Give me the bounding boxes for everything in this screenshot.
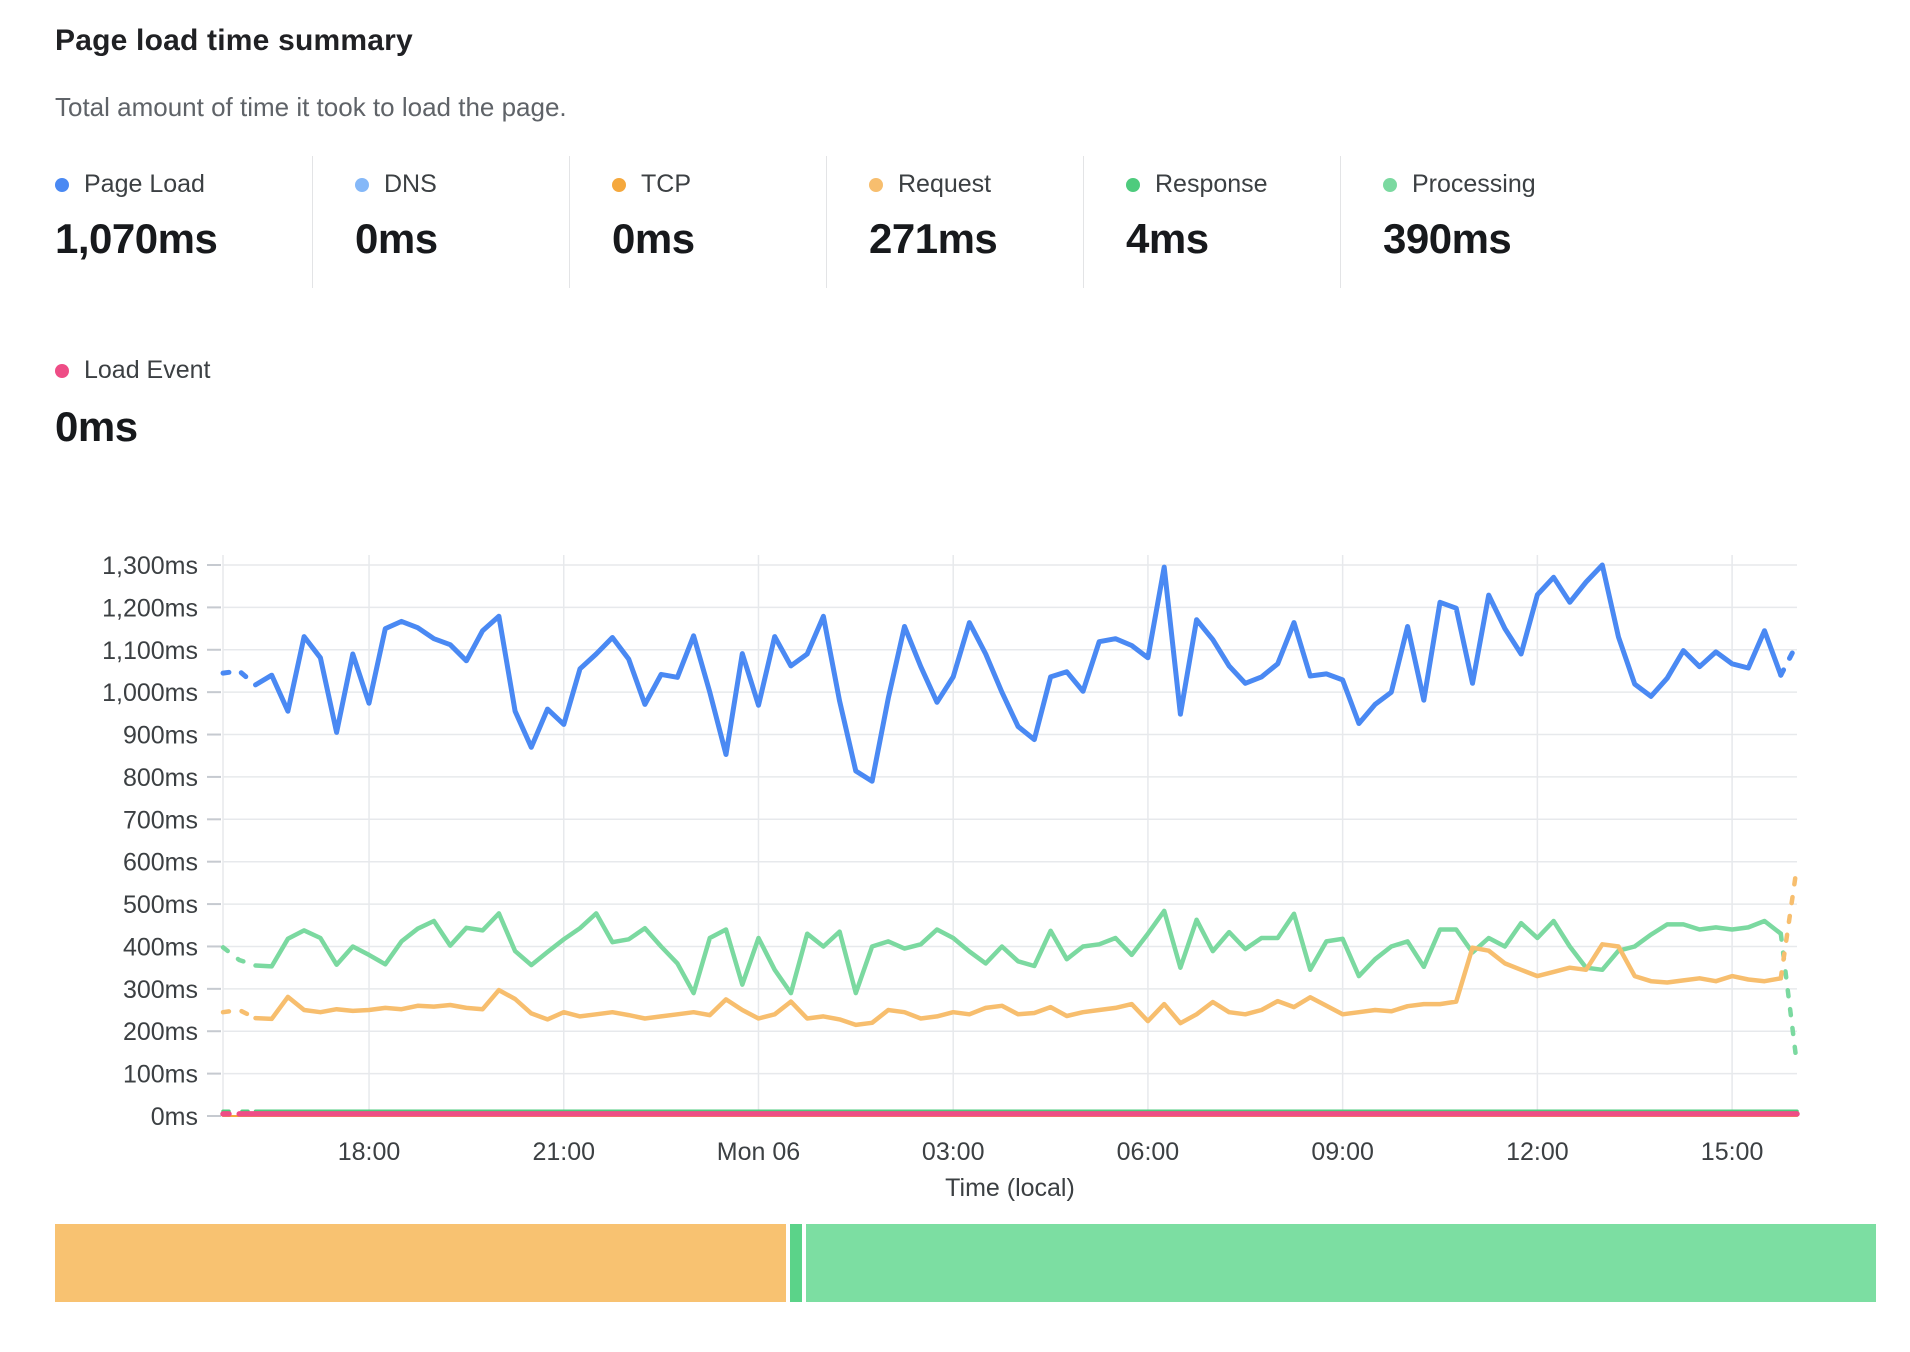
- stat-label: Load Event: [84, 356, 211, 385]
- response-dot-icon: [1126, 178, 1140, 192]
- stat-page-load: Page Load 1,070ms: [55, 156, 312, 288]
- page-subtitle: Total amount of time it took to load the…: [55, 92, 567, 123]
- stat-dns: DNS 0ms: [312, 156, 569, 288]
- svg-text:100ms: 100ms: [123, 1061, 198, 1089]
- page-load-dot-icon: [55, 178, 69, 192]
- processing-dot-icon: [1383, 178, 1397, 192]
- stat-label: TCP: [641, 170, 691, 199]
- load-event-dot-icon: [55, 364, 69, 378]
- page-load-summary-panel: Page load time summary Total amount of t…: [0, 0, 1910, 1352]
- stat-value: 390ms: [1383, 215, 1597, 263]
- svg-text:21:00: 21:00: [532, 1138, 595, 1166]
- svg-text:600ms: 600ms: [123, 849, 198, 877]
- svg-text:700ms: 700ms: [123, 806, 198, 834]
- svg-text:15:00: 15:00: [1701, 1138, 1764, 1166]
- tcp-dot-icon: [612, 178, 626, 192]
- timeline-bar-segment-request-portion[interactable]: [55, 1224, 786, 1302]
- stat-processing: Processing 390ms: [1340, 156, 1597, 288]
- stat-value: 4ms: [1126, 215, 1340, 263]
- timeline-bar[interactable]: [55, 1224, 1868, 1302]
- load-time-chart[interactable]: 0ms 100ms 200ms 300ms 400ms 500ms 600ms 700ms 80…: [0, 440, 1910, 1210]
- load-time-chart-canvas[interactable]: 0ms 100ms 200ms 300ms 400ms 500ms 600ms 700ms 80…: [0, 440, 1910, 1210]
- svg-text:18:00: 18:00: [338, 1138, 401, 1166]
- stat-value: 1,070ms: [55, 215, 312, 263]
- stat-label: DNS: [384, 170, 437, 199]
- svg-text:300ms: 300ms: [123, 976, 198, 1004]
- svg-text:06:00: 06:00: [1117, 1138, 1180, 1166]
- svg-text:900ms: 900ms: [123, 722, 198, 750]
- page-title: Page load time summary: [55, 24, 413, 58]
- svg-text:500ms: 500ms: [123, 891, 198, 919]
- stat-label: Request: [898, 170, 991, 199]
- stat-value: 0ms: [355, 215, 569, 263]
- svg-text:Mon 06: Mon 06: [717, 1138, 800, 1166]
- stat-value: 271ms: [869, 215, 1083, 263]
- svg-text:1,100ms: 1,100ms: [102, 637, 198, 665]
- svg-text:0ms: 0ms: [151, 1103, 198, 1131]
- svg-text:200ms: 200ms: [123, 1018, 198, 1046]
- svg-text:03:00: 03:00: [922, 1138, 985, 1166]
- svg-text:800ms: 800ms: [123, 764, 198, 792]
- svg-text:12:00: 12:00: [1506, 1138, 1569, 1166]
- request-dot-icon: [869, 178, 883, 192]
- timeline-bar-segment-processing-sliver[interactable]: [790, 1224, 803, 1302]
- svg-text:1,300ms: 1,300ms: [102, 552, 198, 580]
- svg-text:1,200ms: 1,200ms: [102, 594, 198, 622]
- svg-text:400ms: 400ms: [123, 933, 198, 961]
- stat-label: Processing: [1412, 170, 1536, 199]
- svg-text:09:00: 09:00: [1311, 1138, 1374, 1166]
- stat-label: Response: [1155, 170, 1268, 199]
- stats-row: Page Load 1,070ms DNS 0ms TCP 0ms Reques…: [55, 156, 1597, 288]
- stat-value: 0ms: [612, 215, 826, 263]
- stat-response: Response 4ms: [1083, 156, 1340, 288]
- stat-label: Page Load: [84, 170, 205, 199]
- stat-tcp: TCP 0ms: [569, 156, 826, 288]
- svg-text:Time (local): Time (local): [945, 1174, 1075, 1202]
- stat-request: Request 271ms: [826, 156, 1083, 288]
- dns-dot-icon: [355, 178, 369, 192]
- svg-text:1,000ms: 1,000ms: [102, 679, 198, 707]
- timeline-bar-segment-processing-portion[interactable]: [806, 1224, 1876, 1302]
